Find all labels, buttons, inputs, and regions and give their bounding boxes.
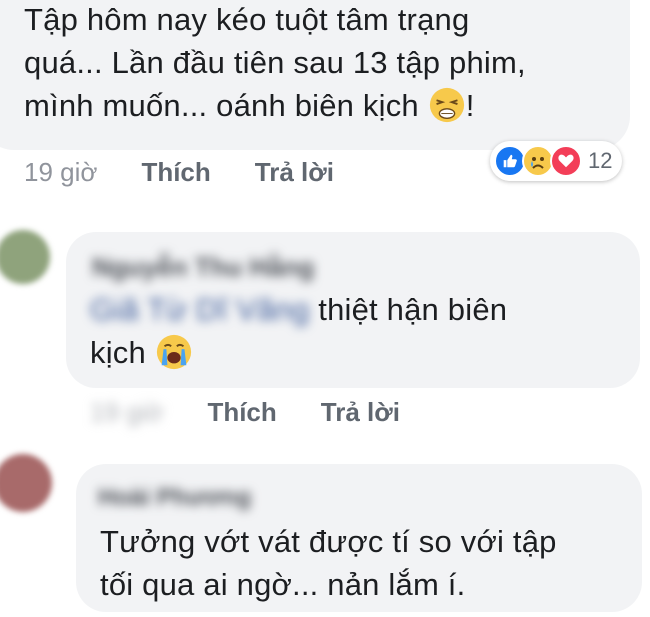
timestamp[interactable]: 19 giờ: [24, 157, 97, 188]
comment-line: Giã Từ Dĩ Vãng thiệt hận biên: [90, 292, 508, 327]
comment-actions-1: 19 giờ Thích Trả lời: [24, 157, 378, 188]
author-name[interactable]: Nguyễn Thu Hằng: [92, 252, 314, 283]
comment-text: Tập hôm nay kéo tuột tâm trạng quá... Lầ…: [24, 0, 614, 127]
author-name[interactable]: Hoài Phương: [98, 484, 251, 512]
comment-text: Tưởng vớt vát được tí so với tập tối qua…: [100, 520, 636, 606]
comment-line: kịch: [90, 331, 630, 374]
reaction-summary[interactable]: 12: [490, 141, 623, 181]
reply-button[interactable]: Trả lời: [321, 397, 400, 428]
love-icon: [550, 145, 582, 177]
comment-actions-2: 19 giờ Thích Trả lời: [90, 397, 444, 428]
crying-face-icon: [156, 334, 191, 370]
timestamp[interactable]: 19 giờ: [90, 397, 163, 428]
comment-line: quá... Lần đầu tiên sau 13 tập phim,: [24, 45, 526, 80]
comment-line: Tập hôm nay kéo tuột tâm trạng: [24, 2, 470, 37]
mention-tag[interactable]: Giã Từ Dĩ Vãng: [90, 292, 309, 327]
avatar[interactable]: [0, 454, 52, 512]
comment-line: mình muốn... oánh biên kịch !: [24, 87, 475, 123]
avatar[interactable]: [0, 230, 50, 284]
reply-button[interactable]: Trả lời: [255, 157, 334, 188]
comment-text: Giã Từ Dĩ Vãng thiệt hận biên kịch: [90, 288, 630, 374]
like-button[interactable]: Thích: [207, 397, 276, 428]
comment-bubble-1: Tập hôm nay kéo tuột tâm trạng quá... Lầ…: [0, 0, 630, 150]
comment-line: Tưởng vớt vát được tí so với tập: [100, 524, 557, 559]
like-button[interactable]: Thích: [141, 157, 210, 188]
persevering-face-icon: [429, 87, 464, 123]
comment-bubble-2: Nguyễn Thu Hằng Giã Từ Dĩ Vãng thiệt hận…: [66, 232, 640, 388]
comment-bubble-3: Hoài Phương Tưởng vớt vát được tí so với…: [76, 464, 642, 612]
comment-line: tối qua ai ngờ... nản lắm í.: [100, 567, 466, 602]
reaction-count: 12: [588, 148, 613, 173]
